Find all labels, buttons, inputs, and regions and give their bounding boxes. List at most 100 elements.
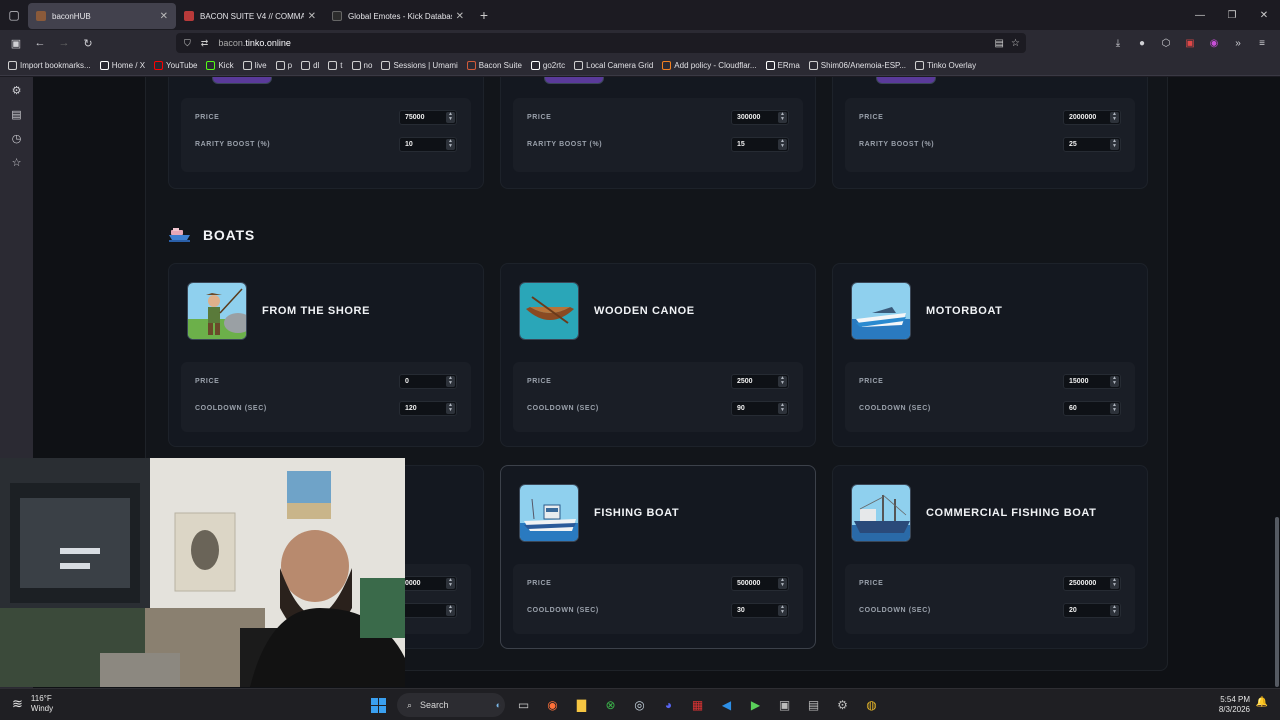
weather-widget[interactable]: ≋ 116°F Windy <box>12 694 53 714</box>
minimize-icon[interactable]: — <box>1184 0 1216 30</box>
synced-tabs-icon[interactable]: ▤ <box>0 102 33 126</box>
reader-view-icon[interactable]: ▤ <box>995 38 1004 49</box>
price-input[interactable]: 0000 ▲ ▼ <box>399 575 457 591</box>
spinner-arrows-icon[interactable]: ▲ ▼ <box>778 138 787 150</box>
boat-card[interactable]: WOODEN CANOE PRICE 2500 ▲ ▼ COOLDOWN (SEC… <box>500 263 816 447</box>
media-app-icon[interactable]: ▦ <box>683 692 712 718</box>
boat-card[interactable]: FROM THE SHORE PRICE 0 ▲ ▼ COOLDOWN (SEC)… <box>168 263 484 447</box>
price-input[interactable]: 500000 ▲ ▼ <box>731 575 789 591</box>
bookmark-item[interactable]: Import bookmarks... <box>8 61 91 70</box>
spinner-arrows-icon[interactable]: ▲ ▼ <box>778 577 787 589</box>
bookmark-item[interactable]: Tinko Overlay <box>915 61 976 70</box>
new-tab-button[interactable]: + <box>472 7 496 23</box>
spinner-arrows-icon[interactable]: ▲ ▼ <box>1110 604 1119 616</box>
close-tab-icon[interactable]: ✕ <box>456 11 464 22</box>
boat-card[interactable]: COMMERCIAL FISHING BOAT PRICE 2500000 ▲ ▼… <box>832 465 1148 649</box>
steam-icon[interactable]: ◎ <box>625 692 654 718</box>
bookmark-item[interactable]: live <box>242 61 267 70</box>
spinner-arrows-icon[interactable]: ▲ ▼ <box>778 604 787 616</box>
page-scrollbar[interactable] <box>1274 77 1280 688</box>
vscode-icon[interactable]: ◀ <box>712 692 741 718</box>
firefox-icon[interactable]: ◉ <box>538 692 567 718</box>
profile-icon[interactable]: ◉ <box>1202 31 1226 55</box>
url-bar[interactable]: ⛉ ⇄ bacon. tinko.online ▤ ☆ <box>176 33 1026 53</box>
chrome-icon[interactable]: ◍ <box>857 692 886 718</box>
media-player-icon[interactable]: ▶ <box>741 692 770 718</box>
menu-icon[interactable]: ≡ <box>1250 31 1274 55</box>
forward-icon[interactable]: → <box>52 31 76 55</box>
cooldown-input[interactable]: 30 ▲ ▼ <box>731 602 789 618</box>
bookmark-item[interactable]: YouTube <box>154 61 197 70</box>
sidebar-toggle-icon[interactable]: ▣ <box>4 31 28 55</box>
price-input[interactable]: 0 ▲ ▼ <box>399 373 457 389</box>
extensions-icon[interactable]: ⬡ <box>1154 31 1178 55</box>
settings-app-icon[interactable]: ⚙ <box>828 692 857 718</box>
spinner-arrows-icon[interactable]: ▲ ▼ <box>778 402 787 414</box>
bookmarks-icon[interactable]: ☆ <box>0 150 33 174</box>
spinner-arrows-icon[interactable]: ▲ ▼ <box>1110 577 1119 589</box>
system-clock[interactable]: 5:54 PM 8/3/2026 <box>1219 695 1250 715</box>
history-icon[interactable]: ◷ <box>0 126 33 150</box>
spinner-arrows-icon[interactable]: ▲ ▼ <box>1110 375 1119 387</box>
price-input[interactable]: 2500000 ▲ ▼ <box>1063 575 1121 591</box>
shield-icon[interactable]: ⛉ <box>184 38 191 49</box>
account-icon[interactable]: ● <box>1130 31 1154 55</box>
bookmark-item[interactable]: no <box>351 61 372 70</box>
spinner-arrows-icon[interactable]: ▲ ▼ <box>446 375 455 387</box>
bookmark-item[interactable]: ERma <box>765 61 800 70</box>
bookmark-item[interactable]: Home / X <box>99 61 145 70</box>
tab-baconhub[interactable]: baconHUB ✕ <box>28 3 176 29</box>
extension-badge-icon[interactable]: ▣ <box>1178 31 1202 55</box>
discord-icon[interactable]: ◕ <box>654 692 683 718</box>
back-icon[interactable]: ← <box>28 31 52 55</box>
taskbar-search[interactable]: ⌕ Search ◐ <box>397 693 505 717</box>
bookmark-item[interactable]: Add policy - Cloudflar... <box>662 61 757 70</box>
cooldown-input[interactable]: 90 ▲ ▼ <box>731 400 789 416</box>
site-info-icon[interactable]: ⇄ <box>201 38 209 49</box>
xbox-icon[interactable]: ⊗ <box>596 692 625 718</box>
spinner-arrows-icon[interactable]: ▲ ▼ <box>1110 111 1119 123</box>
close-window-icon[interactable]: ✕ <box>1248 0 1280 30</box>
price-input[interactable]: 75000 ▲ ▼ <box>399 109 457 125</box>
bookmark-item[interactable]: Shim06/Anemoia-ESP... <box>808 61 906 70</box>
spinner-arrows-icon[interactable]: ▲ ▼ <box>446 604 455 616</box>
boat-card[interactable]: MOTORBOAT PRICE 15000 ▲ ▼ COOLDOWN (SEC) … <box>832 263 1148 447</box>
price-input[interactable]: 300000 ▲ ▼ <box>731 109 789 125</box>
bookmark-item[interactable]: Local Camera Grid <box>574 61 653 70</box>
downloads-icon[interactable]: ⤓ <box>1106 31 1130 55</box>
price-input[interactable]: 15000 ▲ ▼ <box>1063 373 1121 389</box>
rarity-boost-input[interactable]: 15 ▲ ▼ <box>731 136 789 152</box>
file-explorer-icon[interactable]: ▇ <box>567 692 596 718</box>
bookmark-item[interactable]: dl <box>301 61 319 70</box>
bookmark-item[interactable]: p <box>275 61 292 70</box>
cooldown-input[interactable]: 20 ▲ ▼ <box>1063 602 1121 618</box>
bookmark-item[interactable]: t <box>328 61 343 70</box>
overflow-icon[interactable]: » <box>1226 31 1250 55</box>
spinner-arrows-icon[interactable]: ▲ ▼ <box>1110 402 1119 414</box>
start-icon[interactable] <box>364 692 393 718</box>
rarity-boost-input[interactable]: 10 ▲ ▼ <box>399 136 457 152</box>
cooldown-input[interactable]: 120 ▲ ▼ <box>399 400 457 416</box>
ai-chat-icon[interactable]: ⚙ <box>0 78 33 102</box>
restore-icon[interactable]: ❐ <box>1216 0 1248 30</box>
spinner-arrows-icon[interactable]: ▲ ▼ <box>778 111 787 123</box>
close-tab-icon[interactable]: ✕ <box>160 11 168 22</box>
spinner-arrows-icon[interactable]: ▲ ▼ <box>446 402 455 414</box>
bookmark-item[interactable]: Kick <box>206 61 234 70</box>
spinner-arrows-icon[interactable]: ▲ ▼ <box>778 375 787 387</box>
cooldown-input[interactable]: ▲ ▼ <box>399 602 457 618</box>
boat-card[interactable]: FISHING BOAT PRICE 500000 ▲ ▼ COOLDOWN (S… <box>500 465 816 649</box>
spinner-arrows-icon[interactable]: ▲ ▼ <box>446 111 455 123</box>
spinner-arrows-icon[interactable]: ▲ ▼ <box>446 577 455 589</box>
reload-icon[interactable]: ↻ <box>76 31 100 55</box>
task-view-icon[interactable]: ▭ <box>509 692 538 718</box>
tab-bacon-suite[interactable]: BACON SUITE V4 // COMMAND ✕ <box>176 3 324 29</box>
cooldown-input[interactable]: 60 ▲ ▼ <box>1063 400 1121 416</box>
app-window-icon[interactable]: ▤ <box>799 692 828 718</box>
bookmark-item[interactable]: Bacon Suite <box>466 61 522 70</box>
spinner-arrows-icon[interactable]: ▲ ▼ <box>1110 138 1119 150</box>
bookmark-item[interactable]: Sessions | Umami <box>381 61 458 70</box>
price-input[interactable]: 2500 ▲ ▼ <box>731 373 789 389</box>
scrollbar-thumb[interactable] <box>1275 517 1279 687</box>
tab-global-emotes[interactable]: Global Emotes - Kick Database ✕ <box>324 3 472 29</box>
